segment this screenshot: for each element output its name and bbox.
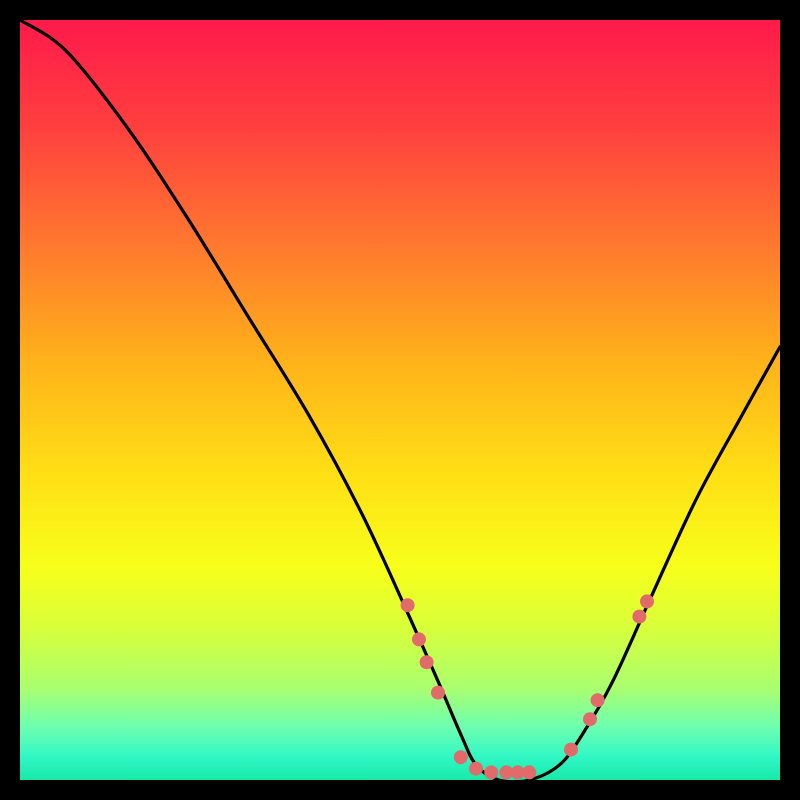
marker-dot xyxy=(632,610,646,624)
marker-dot xyxy=(564,743,578,757)
marker-dot xyxy=(454,750,468,764)
chart-frame: TheBottleneck.com xyxy=(20,20,780,780)
chart-background xyxy=(20,20,780,780)
marker-dot xyxy=(431,686,445,700)
marker-dot xyxy=(484,765,498,779)
marker-dot xyxy=(522,765,536,779)
marker-dot xyxy=(412,632,426,646)
marker-dot xyxy=(583,712,597,726)
marker-dot xyxy=(401,598,415,612)
chart-svg xyxy=(20,20,780,780)
marker-dot xyxy=(640,594,654,608)
marker-dot xyxy=(420,655,434,669)
marker-dot xyxy=(469,762,483,776)
marker-dot xyxy=(591,693,605,707)
